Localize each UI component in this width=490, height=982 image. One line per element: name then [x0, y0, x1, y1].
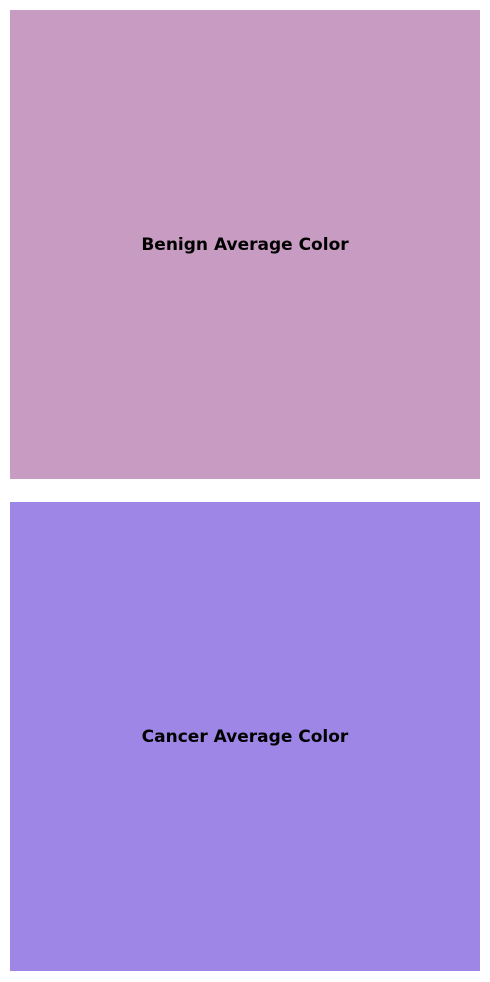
- benign-color-label: Benign Average Color: [141, 234, 349, 255]
- cancer-color-label: Cancer Average Color: [141, 726, 349, 747]
- benign-color-swatch: Benign Average Color: [10, 10, 480, 479]
- cancer-color-swatch: Cancer Average Color: [10, 502, 480, 971]
